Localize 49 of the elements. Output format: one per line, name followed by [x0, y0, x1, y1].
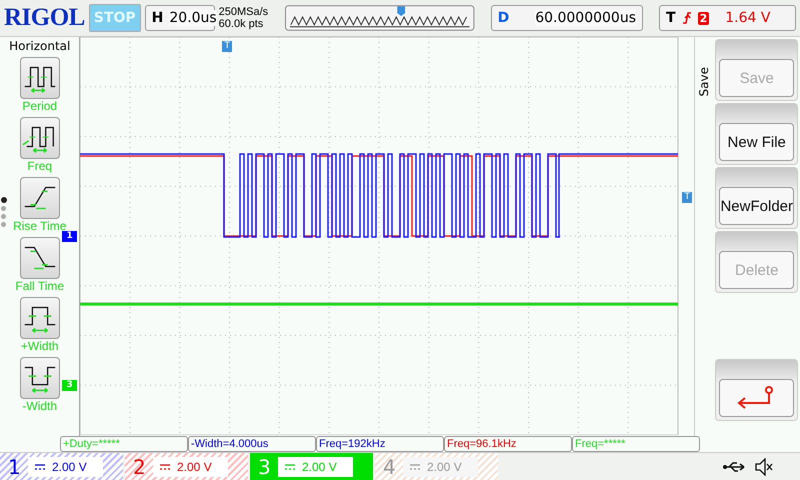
channel-number: 1	[8, 454, 22, 478]
measure-button[interactable]	[20, 297, 60, 339]
measure-label: Rise Time	[13, 219, 66, 233]
timebase-display[interactable]: H 20.0us	[144, 5, 215, 31]
measure-label: -Width	[22, 399, 58, 413]
rising-edge-icon	[682, 11, 692, 25]
speaker-muted-icon	[754, 458, 774, 476]
measure-label: Freq	[27, 159, 52, 173]
delay-display[interactable]: D 60.0000000us	[490, 5, 643, 31]
channel-number: 2	[133, 454, 147, 478]
measure-label: Period	[22, 99, 58, 113]
measurement-readout: Freq=96.1kHz	[444, 436, 572, 452]
dc-coupling-icon	[284, 462, 296, 470]
channel-number: 3	[258, 454, 272, 478]
menu-title: Horizontal	[9, 38, 70, 55]
measure-button[interactable]	[20, 117, 60, 159]
memory-overview-icon	[285, 5, 475, 31]
channel-number: 4	[383, 454, 397, 478]
channel-tab[interactable]: 1 2.00 V	[0, 453, 123, 480]
measure-button[interactable]	[20, 357, 60, 399]
memory-depth: 60.0k pts	[218, 18, 264, 30]
measurement-readout: +Duty=*****	[60, 436, 188, 452]
trigger-level-marker[interactable]: T	[682, 192, 692, 203]
measure-button[interactable]	[20, 177, 60, 219]
channel-marker[interactable]: 1	[62, 231, 77, 242]
channel-scale: 2.00 V	[52, 460, 87, 474]
measurement-readout: Freq=*****	[572, 436, 700, 452]
measure-label: +Width	[20, 339, 59, 353]
measure-button[interactable]	[20, 237, 60, 279]
measurement-readout: Freq=192kHz	[316, 436, 444, 452]
measurement-readout: -Width=4.000us	[188, 436, 316, 452]
dc-coupling-icon	[409, 462, 421, 470]
dc-coupling-icon	[34, 462, 46, 470]
channel-scale: 2.00 V	[302, 460, 337, 474]
brand-logo: RIGOL	[4, 4, 85, 32]
measure-button[interactable]	[20, 57, 60, 99]
channel-tab[interactable]: 2 2.00 V	[125, 453, 248, 480]
trigger-display[interactable]: T 2 1.64 V	[659, 5, 796, 31]
channel-scale: 2.00 V	[427, 460, 462, 474]
menu-title: Save	[697, 67, 712, 96]
channel-scale: 2.00 V	[177, 460, 212, 474]
sample-rate: 250MSa/s	[218, 6, 270, 18]
measure-label: Fall Time	[15, 279, 64, 293]
channel-tab[interactable]: 4 2.00 V	[375, 453, 498, 480]
back-button[interactable]	[719, 379, 794, 417]
softkey-button[interactable]: New File	[719, 123, 794, 161]
softkey-button[interactable]: NewFolder	[719, 187, 794, 225]
trigger-position-marker[interactable]: T	[222, 41, 232, 52]
dc-coupling-icon	[159, 462, 171, 470]
